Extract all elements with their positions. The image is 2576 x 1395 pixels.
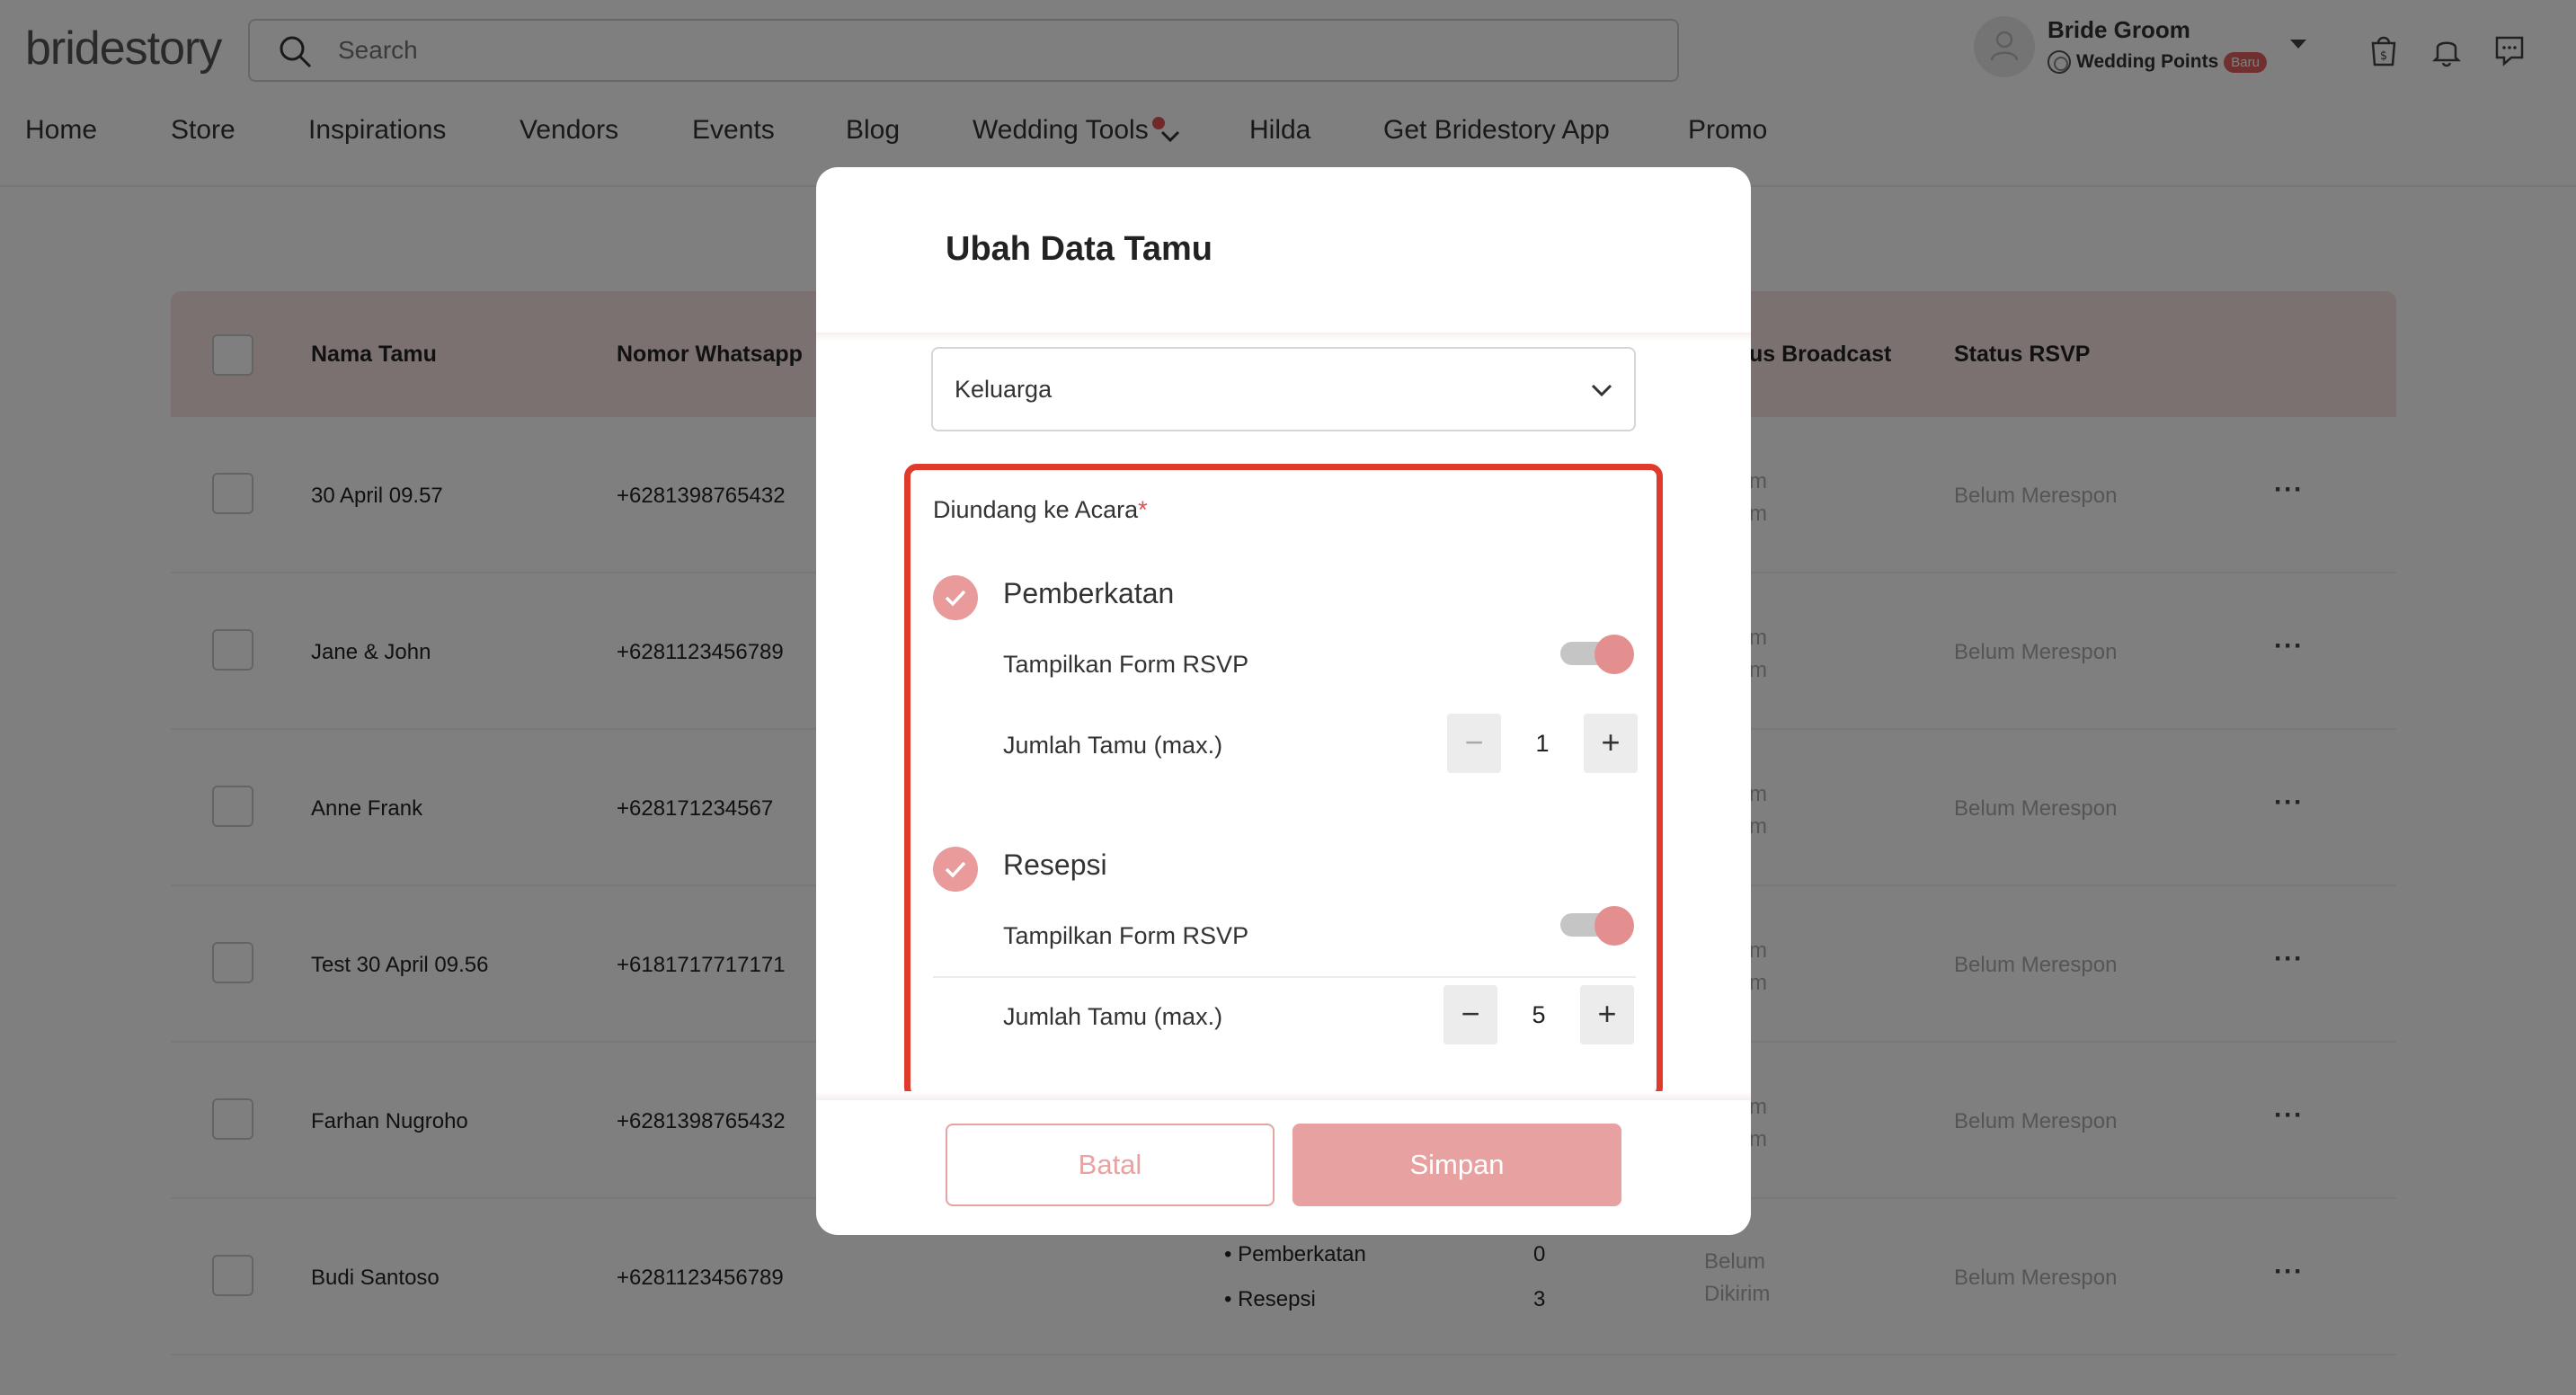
chevron-down-icon (1591, 384, 1612, 397)
cancel-button[interactable]: Batal (946, 1124, 1275, 1206)
divider (816, 333, 1751, 342)
rsvp-toggle[interactable] (1560, 635, 1636, 674)
event-name: Resepsi (1003, 849, 1107, 881)
group-select-value: Keluarga (955, 376, 1053, 403)
toggle-knob (1594, 906, 1634, 946)
guest-count-label: Jumlah Tamu (max.) (1003, 1003, 1223, 1030)
decrement-button[interactable]: − (1443, 985, 1497, 1044)
divider (816, 1091, 1751, 1100)
increment-button[interactable]: + (1580, 985, 1634, 1044)
quantity-value[interactable]: 5 (1497, 985, 1580, 1044)
rsvp-toggle[interactable] (1560, 906, 1636, 946)
guest-count-label: Jumlah Tamu (max.) (1003, 732, 1223, 759)
group-select[interactable]: Keluarga (931, 347, 1636, 431)
event-checkbox-resepsi[interactable] (933, 847, 978, 892)
event-name: Pemberkatan (1003, 577, 1175, 609)
toggle-knob (1594, 635, 1634, 674)
quantity-stepper[interactable]: − 1 + (1447, 714, 1638, 773)
invited-events-label: Diundang ke Acara* (933, 496, 1148, 523)
divider (933, 976, 1636, 978)
increment-button[interactable]: + (1584, 714, 1638, 773)
quantity-value[interactable]: 1 (1501, 714, 1584, 773)
check-icon (945, 590, 966, 607)
save-button[interactable]: Simpan (1292, 1124, 1621, 1206)
decrement-button[interactable]: − (1447, 714, 1501, 773)
quantity-stepper[interactable]: − 5 + (1443, 985, 1634, 1044)
rsvp-form-label: Tampilkan Form RSVP (1003, 651, 1249, 678)
check-icon (945, 861, 966, 878)
edit-guest-modal: Ubah Data Tamu Keluarga Diundang ke Acar… (816, 167, 1751, 1235)
modal-title: Ubah Data Tamu (946, 230, 1213, 268)
rsvp-form-label: Tampilkan Form RSVP (1003, 922, 1249, 949)
required-mark: * (1138, 496, 1148, 523)
event-checkbox-pemberkatan[interactable] (933, 575, 978, 620)
